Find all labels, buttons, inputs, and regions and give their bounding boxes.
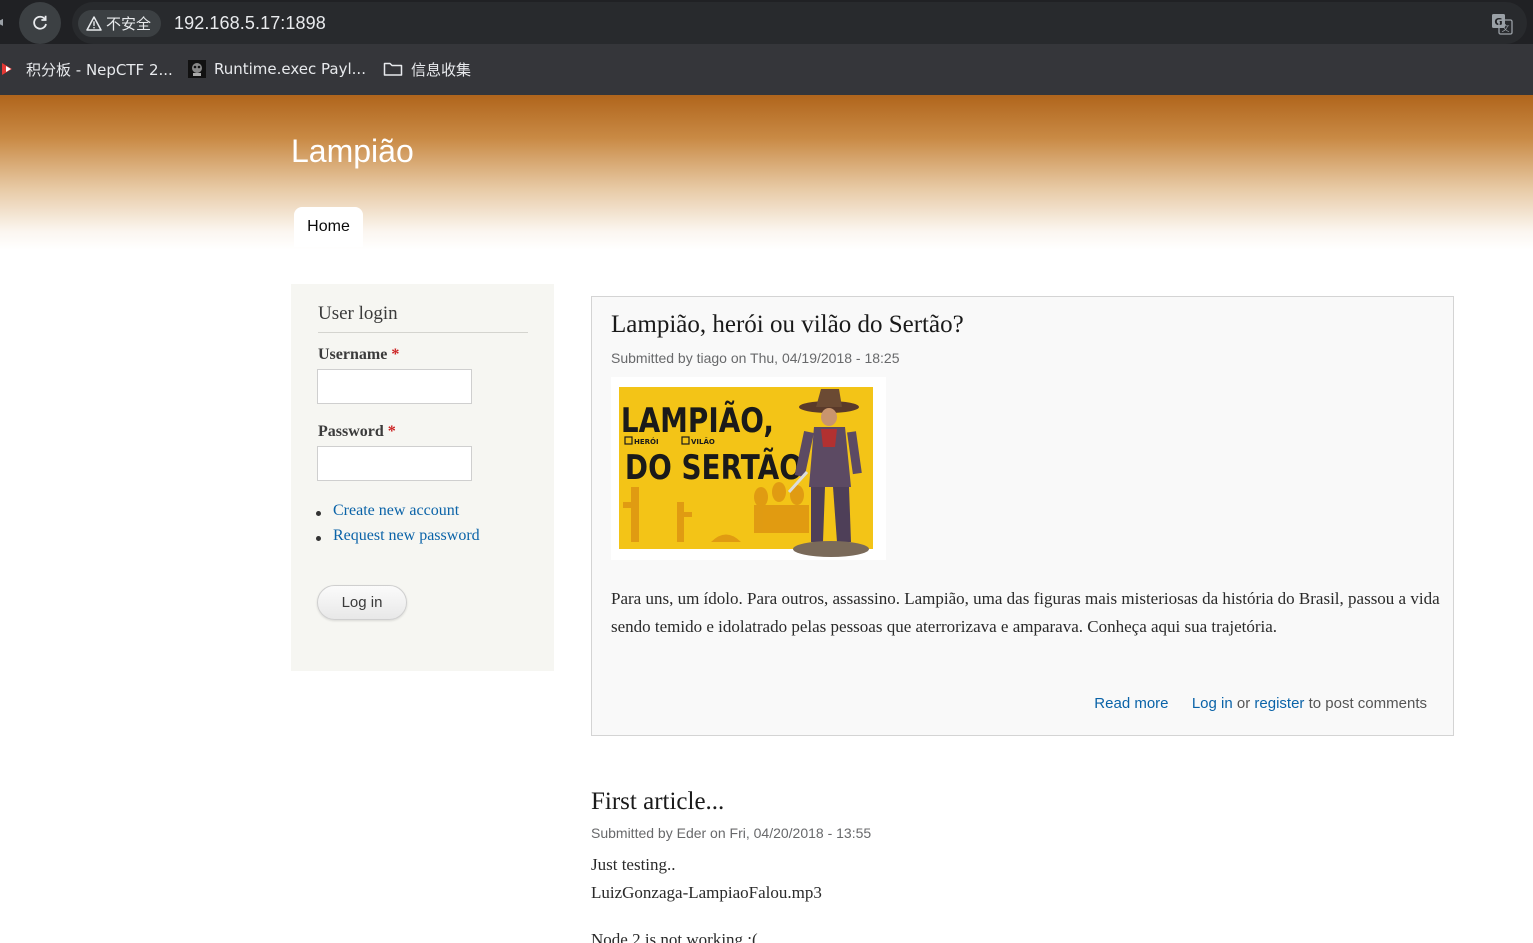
comment-text: or	[1232, 695, 1255, 712]
site-favicon-icon	[188, 60, 206, 78]
password-field[interactable]	[317, 446, 472, 481]
article-body-line: LuizGonzaga-LampiaoFalou.mp3	[591, 883, 822, 902]
comment-text: to post comments	[1304, 695, 1427, 712]
log-in-button[interactable]: Log in	[317, 585, 407, 620]
bookmark-item[interactable]: 积分板 - NepCTF 2...	[0, 58, 173, 80]
article-title[interactable]: First article...	[591, 788, 724, 816]
article-image[interactable]: LAMPIÃO, HERÓI VILÃO DO SERTÃO	[611, 377, 886, 560]
article-links: Read more Log in or register to post com…	[1094, 695, 1427, 712]
bookmarks-bar: 积分板 - NepCTF 2... Runtime.exec Payl... 信…	[0, 44, 1533, 95]
create-account-link[interactable]: Create new account	[333, 502, 459, 519]
address-bar[interactable]: 不安全 192.168.5.17:1898 G 文	[72, 2, 1527, 44]
reload-button[interactable]	[19, 2, 61, 44]
user-login-block: User login Username * Password * Create …	[291, 284, 554, 671]
article-body-line: Just testing..	[591, 855, 676, 874]
url-text[interactable]: 192.168.5.17:1898	[174, 13, 326, 34]
article-teaser: Lampião, herói ou vilão do Sertão? Submi…	[591, 296, 1454, 736]
bookmark-label: 积分板 - NepCTF 2...	[26, 60, 173, 79]
nav-tab-home[interactable]: Home	[294, 207, 363, 247]
security-indicator[interactable]: 不安全	[78, 10, 162, 37]
site-header: Lampião Home	[0, 95, 1533, 250]
username-label: Username *	[318, 346, 399, 364]
article-title[interactable]: Lampião, herói ou vilão do Sertão?	[611, 311, 964, 339]
folder-icon	[383, 62, 403, 76]
poster-title-line1: LAMPIÃO,	[621, 399, 774, 441]
browser-toolbar: ◂ 不安全 192.168.5.17:1898 G 文	[0, 0, 1533, 44]
login-links: Create new account Request new password	[316, 502, 480, 552]
article-body-line: Node 2 is not working :(	[591, 930, 758, 943]
list-item: Request new password	[316, 527, 480, 552]
divider	[318, 332, 528, 333]
read-more-link[interactable]: Read more	[1094, 695, 1168, 712]
required-marker: *	[391, 346, 400, 363]
reload-icon	[33, 15, 47, 30]
back-arrow-icon[interactable]: ◂	[0, 14, 3, 30]
security-label: 不安全	[106, 15, 152, 33]
password-label-text: Password	[318, 423, 384, 440]
bookmark-label: Runtime.exec Payl...	[214, 60, 366, 78]
block-title: User login	[318, 303, 398, 324]
required-marker: *	[387, 423, 396, 440]
poster-option-heroi: HERÓI	[634, 437, 659, 446]
bookmark-item[interactable]: Runtime.exec Payl...	[188, 58, 366, 80]
warning-icon	[86, 16, 102, 31]
register-link[interactable]: register	[1254, 695, 1304, 712]
password-label: Password *	[318, 423, 396, 441]
ctf-flag-icon	[2, 63, 12, 75]
request-password-link[interactable]: Request new password	[333, 527, 480, 544]
article-meta: Submitted by Eder on Fri, 04/20/2018 - 1…	[591, 825, 872, 841]
bookmark-folder[interactable]: 信息收集	[383, 58, 471, 80]
svg-text:文: 文	[1502, 23, 1510, 33]
list-item: Create new account	[316, 502, 480, 527]
translate-icon[interactable]: G 文	[1491, 13, 1513, 35]
log-in-link[interactable]: Log in	[1192, 695, 1233, 712]
bookmark-label: 信息收集	[411, 60, 472, 79]
site-name[interactable]: Lampião	[291, 133, 414, 170]
article-meta: Submitted by tiago on Thu, 04/19/2018 - …	[611, 350, 900, 366]
poster-title-line2: DO SERTÃO	[625, 446, 803, 488]
username-field[interactable]	[317, 369, 472, 404]
username-label-text: Username	[318, 346, 388, 363]
article-body: Para uns, um ídolo. Para outros, assassi…	[611, 589, 1440, 636]
poster-option-vilao: VILÃO	[691, 437, 715, 446]
